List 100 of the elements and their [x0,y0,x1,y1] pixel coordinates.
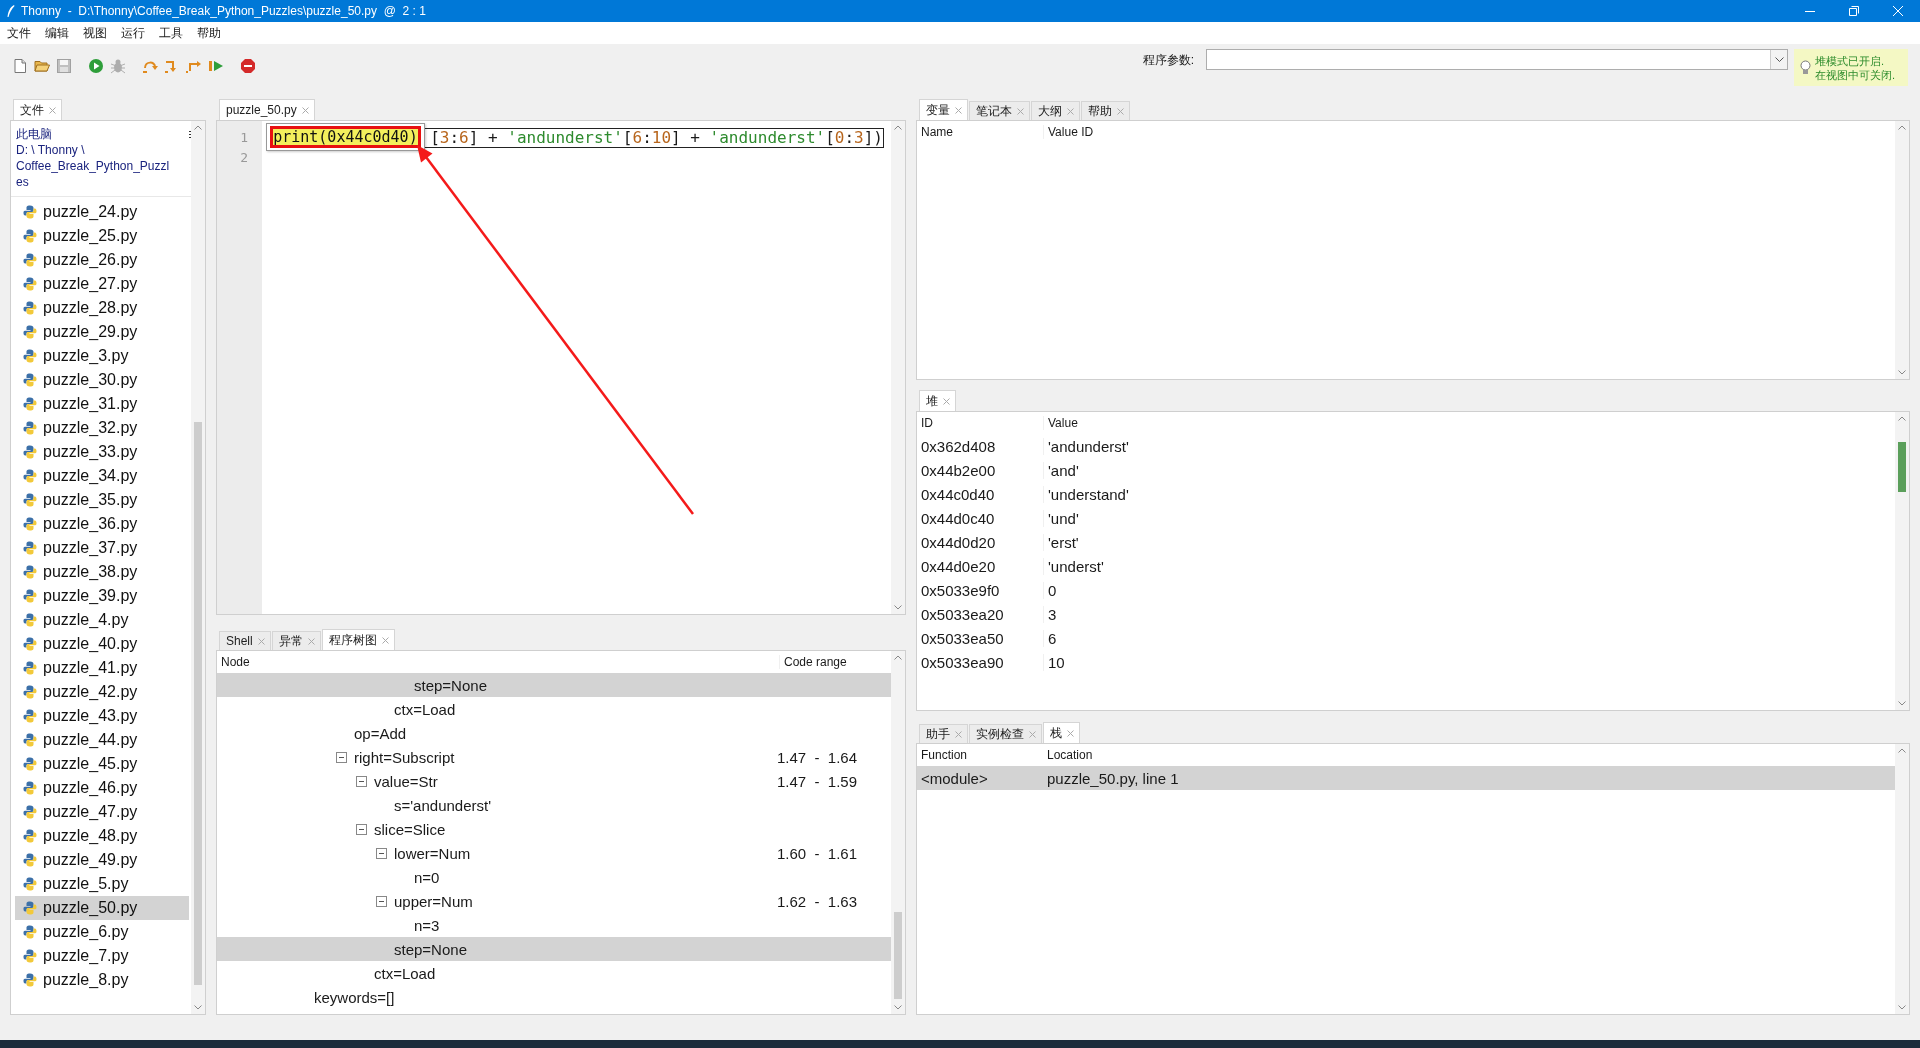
scrollbar[interactable] [891,121,905,614]
tree-row[interactable]: right=Subscript 1.47 - 1.64 [217,745,891,769]
dropdown-icon[interactable] [1774,57,1784,62]
close-icon[interactable] [307,637,315,645]
file-item[interactable]: puzzle_37.py [15,536,189,560]
menu-item[interactable]: 运行 [114,24,152,42]
menu-item[interactable]: 编辑 [38,24,76,42]
close-icon[interactable] [381,636,389,644]
panel-tab[interactable]: 变量 [919,99,968,120]
tree-row[interactable]: slice=Slice [217,817,891,841]
file-item[interactable]: puzzle_47.py [15,800,189,824]
panel-tab[interactable]: 文件 [13,99,62,120]
file-item[interactable]: puzzle_28.py [15,296,189,320]
collapse-icon[interactable] [356,775,367,787]
file-item[interactable]: puzzle_35.py [15,488,189,512]
collapse-icon[interactable] [356,823,367,835]
file-item[interactable]: puzzle_4.py [15,608,189,632]
tree-row[interactable]: n=0 [217,865,891,889]
panel-tab[interactable]: puzzle_50.py [219,99,315,120]
file-item[interactable]: puzzle_32.py [15,416,189,440]
file-item[interactable]: puzzle_36.py [15,512,189,536]
close-icon[interactable] [1017,107,1024,115]
step-out-button[interactable] [186,58,202,74]
scroll-down-icon[interactable] [1898,1005,1906,1010]
resume-button[interactable] [208,58,224,74]
panel-tab[interactable]: Shell [219,631,271,650]
scroll-down-icon[interactable] [1898,701,1906,706]
file-item[interactable]: puzzle_7.py [15,944,189,968]
file-item[interactable]: puzzle_39.py [15,584,189,608]
tree-row[interactable]: s='andunderst' [217,793,891,817]
scrollbar-thumb[interactable] [194,421,202,985]
panel-tab[interactable]: 帮助 [1081,101,1130,120]
args-field[interactable] [1206,49,1788,70]
file-item[interactable]: puzzle_24.py [15,200,189,224]
tree-row[interactable]: op=Add [217,721,891,745]
scroll-down-icon[interactable] [894,1005,902,1010]
scrollbar[interactable] [1895,412,1909,710]
panel-tab[interactable]: 异常 [271,631,321,650]
file-item[interactable]: puzzle_41.py [15,656,189,680]
close-icon[interactable] [1067,107,1074,115]
column-header[interactable]: Node [217,655,779,669]
file-item[interactable]: puzzle_38.py [15,560,189,584]
tree-row[interactable]: n=3 [217,913,891,937]
stop-button[interactable] [240,58,256,74]
tree-row[interactable]: keywords=[] [217,985,891,1009]
file-item[interactable]: puzzle_31.py [15,392,189,416]
run-button[interactable] [88,58,104,74]
file-item[interactable]: puzzle_44.py [15,728,189,752]
scroll-up-icon[interactable] [894,125,902,130]
column-header[interactable]: Name [917,125,1043,139]
scroll-down-icon[interactable] [894,605,902,610]
file-item[interactable]: puzzle_49.py [15,848,189,872]
file-item[interactable]: puzzle_42.py [15,680,189,704]
tree-row[interactable]: step=None [217,937,891,961]
column-header[interactable]: ID [917,416,1043,430]
scroll-up-icon[interactable] [1898,125,1906,130]
panel-tab[interactable]: 大纲 [1031,101,1080,120]
scroll-down-icon[interactable] [194,1005,202,1010]
scroll-up-icon[interactable] [1898,748,1906,753]
path-link[interactable]: D: \ Thonny \ Coffee_Break_Python_Puzzles [16,142,174,190]
close-icon[interactable] [301,106,309,114]
close-icon[interactable] [955,730,962,738]
file-item[interactable]: puzzle_34.py [15,464,189,488]
panel-tab[interactable]: 程序树图 [321,629,395,650]
column-header[interactable]: Function [917,748,1043,762]
collapse-icon[interactable] [376,895,387,907]
tree-row[interactable]: ctx=Load [217,697,891,721]
file-item[interactable]: puzzle_33.py [15,440,189,464]
close-icon[interactable] [257,637,265,645]
collapse-icon[interactable] [336,751,347,763]
file-item[interactable]: puzzle_8.py [15,968,189,992]
scroll-up-icon[interactable] [1898,416,1906,421]
file-item[interactable]: puzzle_27.py [15,272,189,296]
file-item[interactable]: puzzle_46.py [15,776,189,800]
scrollbar-thumb[interactable] [1898,441,1906,493]
close-icon[interactable] [1067,729,1074,737]
file-item[interactable]: puzzle_25.py [15,224,189,248]
column-header[interactable]: Location [1043,748,1895,762]
scroll-up-icon[interactable] [894,655,902,660]
scroll-up-icon[interactable] [194,125,202,130]
close-icon[interactable] [955,106,962,114]
scrollbar[interactable] [1895,121,1909,379]
file-item[interactable]: puzzle_48.py [15,824,189,848]
file-item[interactable]: puzzle_3.py [15,344,189,368]
close-icon[interactable] [49,106,56,114]
tree-row[interactable]: ctx=Load [217,961,891,985]
file-item[interactable]: puzzle_43.py [15,704,189,728]
panel-tab[interactable]: 助手 [919,724,968,743]
tree-row[interactable]: step=None [217,673,891,697]
tree-row[interactable]: value=Str 1.47 - 1.59 [217,769,891,793]
file-item[interactable]: puzzle_30.py [15,368,189,392]
menu-item[interactable]: 视图 [76,24,114,42]
open-button[interactable] [34,58,50,74]
panel-tab[interactable]: 栈 [1043,722,1080,743]
menu-item[interactable]: 文件 [0,24,38,42]
scrollbar[interactable] [1895,744,1909,1014]
stack-row[interactable]: <module> puzzle_50.py, line 1 [917,766,1895,790]
file-item[interactable]: puzzle_50.py [15,896,189,920]
menu-item[interactable]: 工具 [152,24,190,42]
scrollbar[interactable] [191,121,205,1014]
